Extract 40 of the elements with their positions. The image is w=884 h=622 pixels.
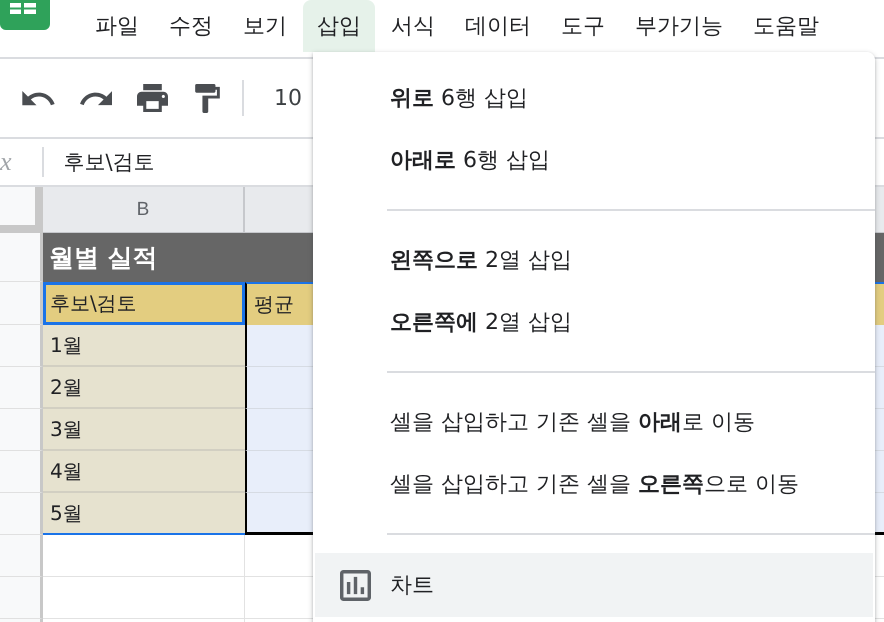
function-label: x xyxy=(0,149,12,175)
row-header[interactable] xyxy=(0,409,43,451)
menu-item[interactable]: 위로 6행 삽입 xyxy=(315,67,873,129)
menu-bar-item[interactable]: 서식 xyxy=(377,0,449,52)
row-header[interactable] xyxy=(0,451,43,493)
table-cell: 후보\검토 xyxy=(43,282,245,325)
row-header[interactable] xyxy=(0,282,43,325)
formula-input[interactable]: 후보\검토 xyxy=(64,148,159,176)
table-cell: 5월 xyxy=(43,493,245,535)
row-header[interactable] xyxy=(0,367,43,409)
undo-icon[interactable] xyxy=(22,90,55,106)
row-header[interactable] xyxy=(0,535,43,577)
row-header[interactable] xyxy=(0,325,43,367)
menu-bar-item[interactable]: 파일 xyxy=(81,0,153,52)
menu-bar-item[interactable]: 부가기능 xyxy=(621,0,737,52)
row-header[interactable] xyxy=(0,233,43,282)
spreadsheet-logo-icon[interactable] xyxy=(0,0,50,30)
menu-bar-item[interactable]: 도구 xyxy=(547,0,619,52)
table-cell: 2월 xyxy=(43,367,245,409)
menu-item[interactable]: 차트 xyxy=(315,553,873,617)
table-cell: 3월 xyxy=(43,409,245,451)
row-header[interactable] xyxy=(0,577,43,619)
row-header[interactable] xyxy=(0,493,43,535)
menu-item[interactable]: 셀을 삽입하고 기존 셀을 오른쪽으로 이동 xyxy=(315,453,873,515)
column-header[interactable]: B xyxy=(43,187,245,233)
menu-bar-item[interactable]: 수정 xyxy=(155,0,227,52)
menu-bar-item[interactable]: 보기 xyxy=(229,0,301,52)
zoom-select[interactable]: 10 xyxy=(274,86,302,110)
table-cell: 4월 xyxy=(43,451,245,493)
menu-item[interactable]: 셀을 삽입하고 기존 셀을 아래로 이동 xyxy=(315,391,873,453)
menu-bar-item[interactable]: 삽입 xyxy=(303,0,375,52)
redo-icon[interactable] xyxy=(80,90,112,106)
menu-bar-item[interactable]: 데이터 xyxy=(451,0,545,52)
menu-bar-item[interactable]: 도움말 xyxy=(739,0,833,52)
print-icon[interactable] xyxy=(137,84,168,112)
chart-icon xyxy=(340,570,371,600)
select-all-corner[interactable] xyxy=(0,187,43,233)
menu-item[interactable]: 아래로 6행 삽입 xyxy=(315,129,873,191)
table-cell: 1월 xyxy=(43,325,245,367)
paint-roller-icon[interactable] xyxy=(195,84,220,112)
